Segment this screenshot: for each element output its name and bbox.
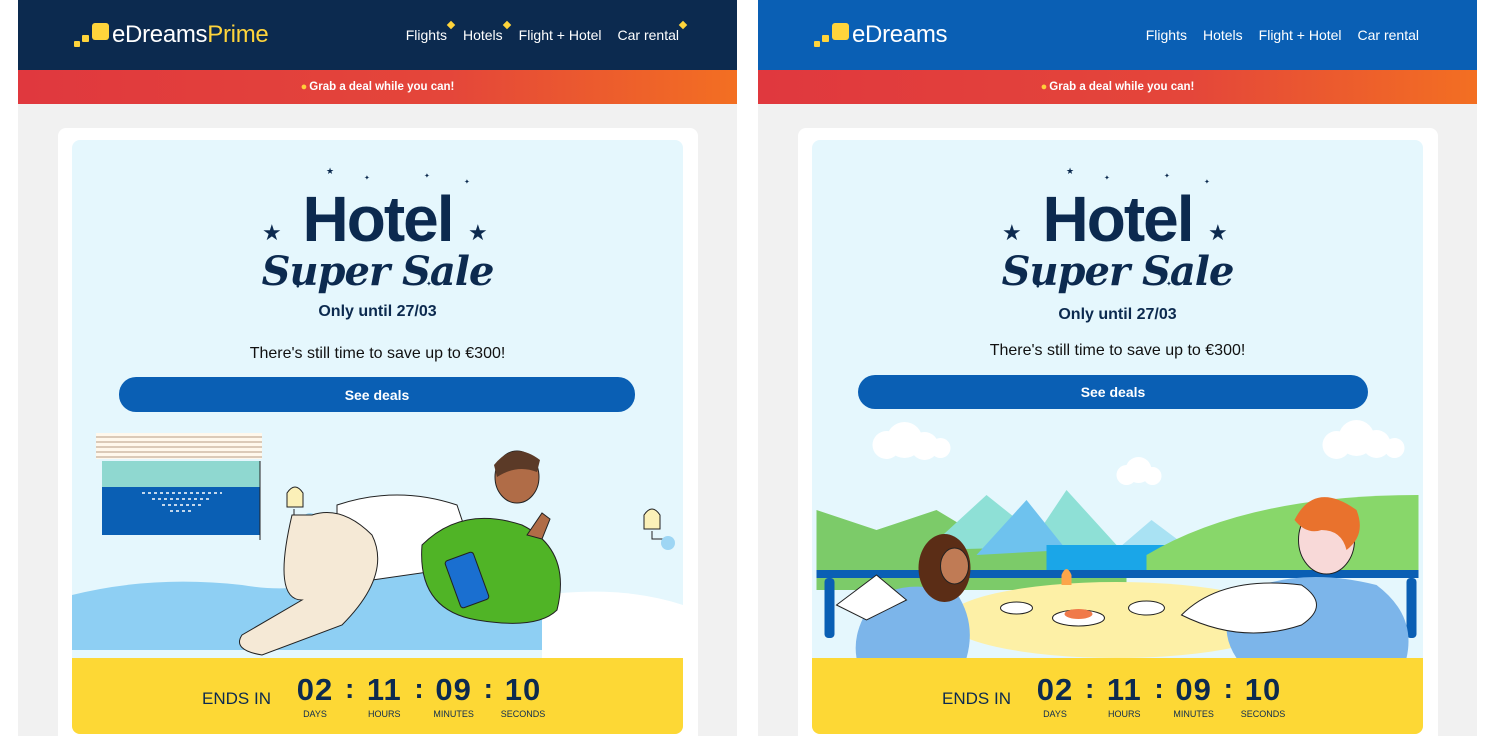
logo-icon — [812, 20, 850, 50]
star-icon: ★ — [1066, 166, 1075, 176]
title-super-sale: Super Sale — [1001, 248, 1235, 295]
nav-flight-hotel[interactable]: Flight + Hotel — [519, 27, 602, 43]
promo-card-inner: ★ ✦ ✦ ✦ ★ ★ ● ✦ Hotel Super Sale Only un… — [72, 140, 683, 734]
logo-prime-suffix: Prime — [207, 21, 269, 48]
seconds-label: SECONDS — [500, 709, 546, 719]
prime-badge-icon — [446, 20, 456, 30]
sale-subtitle: There's still time to save up to €300! — [989, 342, 1246, 359]
banner-text: Grab a deal while you can! — [309, 81, 455, 93]
countdown-minutes: 09 MINUTES — [1164, 672, 1224, 720]
email-prime-version: eDreams Prime Flights Hotels Flight + Ho… — [18, 0, 737, 736]
colon-separator: : — [1084, 673, 1095, 704]
promo-card: ★ ✦ ✦ ✦ ★ ★ ● ✦ Hotel Super Sale Only un… — [798, 128, 1438, 736]
countdown-timer: ENDS IN 02 DAYS : 11 HOURS : 09 MINUTES : 1… — [72, 658, 683, 734]
nav-car-rental[interactable]: Car rental — [618, 20, 688, 43]
seconds-label: SECONDS — [1240, 709, 1286, 719]
seconds-value: 10 — [1244, 672, 1282, 707]
main-nav: Flights Hotels Flight + Hotel Car rental — [406, 20, 688, 43]
nav-hotels[interactable]: Hotels — [1203, 27, 1243, 43]
header: eDreams Flights Hotels Flight + Hotel Ca… — [758, 0, 1477, 70]
minutes-label: MINUTES — [433, 709, 474, 719]
see-deals-button[interactable]: See deals — [119, 377, 635, 412]
cloud-icon — [1322, 420, 1405, 459]
hotel-super-sale-title: ★ ✦ ✦ ✦ ★ ★ ● ✦ Hotel Super Sale — [812, 160, 1423, 300]
hours-value: 11 — [366, 672, 402, 707]
star-icon: ✦ — [424, 173, 430, 180]
hours-label: HOURS — [1108, 709, 1141, 719]
minutes-label: MINUTES — [1173, 709, 1214, 719]
promo-banner[interactable]: ● Grab a deal while you can! — [758, 70, 1477, 104]
nav-flight-hotel[interactable]: Flight + Hotel — [1259, 27, 1342, 43]
breakfast-terrace-illustration — [816, 420, 1419, 658]
sale-until-date: Only until 27/03 — [1058, 306, 1177, 323]
promo-card-inner: ★ ✦ ✦ ✦ ★ ★ ● ✦ Hotel Super Sale Only un… — [812, 140, 1423, 734]
minutes-value: 09 — [1175, 672, 1212, 707]
colon-separator: : — [1154, 673, 1164, 704]
wall-lamp-icon — [643, 508, 675, 550]
countdown-hours: 11 HOURS — [354, 672, 414, 720]
nav-car-rental[interactable]: Car rental — [1358, 27, 1419, 43]
colon-separator: : — [483, 673, 493, 704]
countdown-hours: 11 HOURS — [1094, 672, 1154, 720]
countdown-days: 02 DAYS — [285, 672, 345, 720]
nav-flights[interactable]: Flights — [406, 20, 456, 43]
colon-separator: : — [414, 673, 424, 704]
email-standard-version: eDreams Flights Hotels Flight + Hotel Ca… — [758, 0, 1477, 736]
hotel-room-illustration — [72, 433, 683, 660]
promo-card: ★ ✦ ✦ ✦ ★ ★ ● ✦ Hotel Super Sale Only un… — [58, 128, 698, 736]
countdown-timer: ENDS IN 02 DAYS : 11 HOURS : 09 MINUTES : 1… — [812, 658, 1423, 734]
countdown-label: ENDS IN — [202, 689, 271, 708]
nav-hotels[interactable]: Hotels — [463, 20, 511, 43]
days-label: DAYS — [303, 709, 327, 719]
window-icon — [96, 433, 262, 540]
countdown-label: ENDS IN — [942, 689, 1011, 708]
colon-separator: : — [1223, 673, 1233, 704]
sale-subtitle: There's still time to save up to €300! — [249, 345, 506, 362]
cloud-icon — [872, 422, 951, 460]
header: eDreams Prime Flights Hotels Flight + Ho… — [18, 0, 737, 70]
prime-badge-icon — [502, 20, 511, 30]
title-hotel: Hotel — [1042, 183, 1195, 255]
countdown-seconds: 10 SECONDS — [1233, 672, 1293, 720]
days-value: 02 — [296, 672, 334, 707]
edreams-logo[interactable]: eDreams — [812, 20, 948, 50]
money-bag-icon: ● — [300, 81, 308, 93]
logo-text: eDreams — [112, 21, 208, 48]
hotel-super-sale-title: ★ ✦ ✦ ✦ ★ ★ ● ✦ Hotel Super Sale — [72, 160, 683, 300]
days-label: DAYS — [1043, 709, 1067, 719]
star-icon: ✦ — [1104, 175, 1110, 182]
hours-label: HOURS — [368, 709, 401, 719]
colon-separator: : — [344, 673, 355, 704]
star-icon: ✦ — [1164, 173, 1170, 180]
logo-text: eDreams — [852, 21, 948, 48]
hours-value: 11 — [1106, 672, 1142, 707]
title-super-sale: Super Sale — [261, 248, 495, 295]
promo-banner[interactable]: ● Grab a deal while you can! — [18, 70, 737, 104]
countdown-days: 02 DAYS — [1025, 672, 1085, 720]
minutes-value: 09 — [435, 672, 472, 707]
seconds-value: 10 — [504, 672, 542, 707]
cloud-icon — [1116, 457, 1162, 485]
banner-text: Grab a deal while you can! — [1049, 81, 1195, 93]
edreams-prime-logo[interactable]: eDreams Prime — [72, 20, 269, 50]
countdown-minutes: 09 MINUTES — [424, 672, 484, 720]
sale-until-date: Only until 27/03 — [318, 303, 437, 320]
star-icon: ★ — [326, 166, 335, 176]
nav-flights[interactable]: Flights — [1146, 27, 1187, 43]
prime-badge-icon — [678, 20, 688, 30]
countdown-seconds: 10 SECONDS — [493, 672, 553, 720]
money-bag-icon: ● — [1040, 81, 1048, 93]
logo-icon — [72, 20, 110, 50]
days-value: 02 — [1036, 672, 1074, 707]
title-hotel: Hotel — [302, 183, 455, 255]
main-nav: Flights Hotels Flight + Hotel Car rental — [1146, 27, 1419, 43]
star-icon: ✦ — [364, 175, 370, 182]
see-deals-button[interactable]: See deals — [858, 375, 1368, 409]
